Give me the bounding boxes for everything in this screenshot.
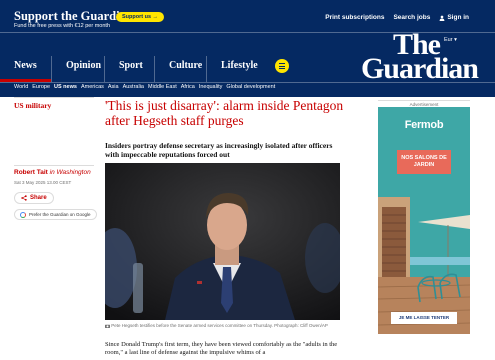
article-main-photo[interactable] xyxy=(105,163,340,320)
camera-icon xyxy=(105,324,110,328)
sub-nav: World Europe US news Americas Asia Austr… xyxy=(14,84,275,90)
subnav-inequality[interactable]: Inequality xyxy=(199,84,223,90)
article-standfirst: Insiders portray defense secretary as in… xyxy=(105,141,333,159)
pillar-opinion[interactable]: Opinion xyxy=(52,56,105,82)
top-links: Print subscriptions Search jobs Sign in xyxy=(325,14,469,21)
article-body: Since Donald Trump's first term, they ha… xyxy=(105,341,338,356)
menu-icon[interactable] xyxy=(275,59,289,73)
byline-divider xyxy=(14,165,94,166)
prefer-guardian-google-button[interactable]: Prefer the Guardian on Google xyxy=(14,209,97,220)
author-location: in Washington xyxy=(49,169,91,176)
logo-line-2: Guardian xyxy=(360,52,479,85)
share-button[interactable]: Share xyxy=(14,192,54,204)
guardian-logo[interactable]: The Guardian xyxy=(338,30,479,85)
search-jobs-link[interactable]: Search jobs xyxy=(393,14,430,21)
author-name[interactable]: Robert Tait xyxy=(14,169,48,176)
subnav-us-news[interactable]: US news xyxy=(54,84,77,90)
subnav-europe[interactable]: Europe xyxy=(32,84,50,90)
subnav-middle-east[interactable]: Middle East xyxy=(148,84,177,90)
site-header: Support the Guardian Fund the free press… xyxy=(0,0,495,97)
subnav-global-development[interactable]: Global development xyxy=(226,84,275,90)
subnav-australia[interactable]: Australia xyxy=(123,84,144,90)
article-headline: 'This is just disarray': alarm inside Pe… xyxy=(105,98,344,128)
pillar-news[interactable]: News xyxy=(0,56,52,82)
caption-text: Pete Hegseth testifies before the Senate… xyxy=(111,323,328,328)
share-icon xyxy=(21,195,27,201)
prefer-label: Prefer the Guardian on Google xyxy=(29,212,91,217)
advertisement[interactable]: Fermob NOS SALONS DE JARDIN JE ME LAISSE… xyxy=(378,107,470,334)
google-icon xyxy=(20,211,26,218)
pillar-nav: News Opinion Sport Culture Lifestyle xyxy=(0,56,263,82)
ad-brand: Fermob xyxy=(404,119,444,131)
subnav-divider xyxy=(0,82,495,83)
byline: Robert Tait in Washington xyxy=(14,169,91,176)
user-icon xyxy=(439,15,445,21)
subnav-asia[interactable]: Asia xyxy=(108,84,119,90)
photo-caption: Pete Hegseth testifies before the Senate… xyxy=(105,323,345,329)
advertisement-label: Advertisement xyxy=(378,100,470,107)
pillar-lifestyle[interactable]: Lifestyle xyxy=(207,56,263,82)
subnav-americas[interactable]: Americas xyxy=(81,84,104,90)
print-subscriptions-link[interactable]: Print subscriptions xyxy=(325,14,384,21)
pillar-sport[interactable]: Sport xyxy=(105,56,155,82)
ad-cta-button[interactable]: JE ME LAISSE TENTER xyxy=(391,312,457,324)
pillar-culture[interactable]: Culture xyxy=(155,56,207,82)
ad-banner: NOS SALONS DE JARDIN xyxy=(397,150,451,174)
support-title[interactable]: Support the Guardian xyxy=(14,10,133,23)
meta-divider xyxy=(14,97,94,98)
subnav-africa[interactable]: Africa xyxy=(181,84,195,90)
share-label: Share xyxy=(30,195,47,201)
support-us-button[interactable]: Support us → xyxy=(116,12,165,22)
section-label[interactable]: US military xyxy=(14,101,51,110)
sign-in-label: Sign in xyxy=(447,14,469,21)
hegseth-photo xyxy=(105,163,340,320)
ad-scene-image xyxy=(378,107,470,334)
subnav-world[interactable]: World xyxy=(14,84,28,90)
support-subtitle: Fund the free press with €12 per month xyxy=(14,23,110,29)
sign-in-link[interactable]: Sign in xyxy=(439,14,469,21)
dateline[interactable]: Sat 3 May 2025 13.00 CEST xyxy=(14,180,71,185)
